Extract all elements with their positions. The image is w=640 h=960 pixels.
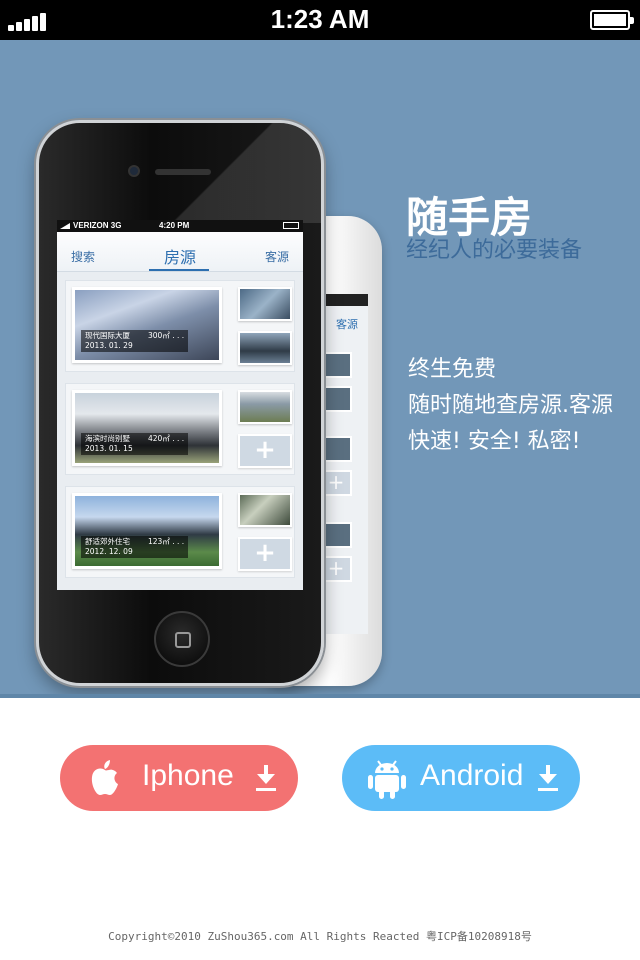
- listing-name: 海滨时尚别墅: [85, 434, 130, 443]
- status-time: 1:23 AM: [270, 4, 370, 34]
- phone-battery-icon: [283, 222, 299, 229]
- download-android-button[interactable]: Android: [342, 745, 580, 811]
- download-android-label: Android: [420, 759, 524, 792]
- back-phone-tab: 客源: [336, 318, 358, 331]
- listing-card: 舒适郊外住宅 123㎡ . . . 2012. 12. 09 +: [65, 486, 295, 578]
- listing-thumb: [238, 287, 292, 321]
- phone-mockup-black: VERIZON 3G 4:20 PM 搜索 房源 客源 现代国际大厦 300㎡ .…: [36, 120, 324, 686]
- listing-date: 2013. 01. 29: [85, 341, 133, 350]
- tab-clients: 客源: [264, 250, 289, 264]
- listing-date: 2013. 01. 15: [85, 444, 133, 453]
- feature-item: 终生免费: [408, 357, 497, 382]
- download-iphone-button[interactable]: Iphone: [60, 745, 298, 811]
- phone-signal-icon: [60, 223, 70, 229]
- listing-card: 海滨时尚别墅 420㎡ . . . 2013. 01. 15 +: [65, 383, 295, 475]
- home-button: [154, 611, 210, 667]
- status-bar: 1:23 AM: [0, 0, 640, 40]
- listing-thumb: [238, 331, 292, 365]
- speaker-grille: [155, 169, 211, 175]
- add-photo-tile: +: [238, 537, 292, 571]
- phone-carrier: VERIZON 3G: [73, 221, 122, 230]
- back-thumb: [320, 386, 352, 412]
- back-thumb: [320, 436, 352, 462]
- listing-photo: 现代国际大厦 300㎡ . . . 2013. 01. 29: [72, 287, 222, 363]
- feature-item: 快速! 安全! 私密!: [408, 429, 581, 454]
- download-arrow-icon: [256, 765, 276, 791]
- listing-caption: 现代国际大厦 300㎡ . . . 2013. 01. 29: [81, 330, 189, 352]
- listing-area: 420㎡ . . .: [148, 434, 185, 443]
- phone-time: 4:20 PM: [159, 221, 190, 230]
- listing-thumb: [238, 493, 292, 527]
- hero-divider: [0, 694, 640, 698]
- listing-area: 123㎡ . . .: [148, 537, 185, 546]
- feature-item: 随时随地查房源.客源: [408, 393, 613, 418]
- listing-card: 现代国际大厦 300㎡ . . . 2013. 01. 29: [65, 280, 295, 372]
- footer-copyright: Copyright©2010 ZuShou365.com All Rights …: [108, 930, 532, 943]
- listing-area: 300㎡ . . .: [148, 331, 185, 340]
- battery-icon: [590, 10, 634, 30]
- feature-list: 终生免费 随时随地查房源.客源 快速! 安全! 私密!: [408, 352, 613, 460]
- apple-icon: [91, 760, 118, 795]
- phone-status-bar: VERIZON 3G 4:20 PM: [57, 220, 303, 232]
- download-iphone-label: Iphone: [142, 759, 234, 792]
- listing-caption: 舒适郊外住宅 123㎡ . . . 2012. 12. 09: [81, 536, 189, 558]
- listing-name: 舒适郊外住宅: [85, 537, 130, 546]
- app-tagline: 经纪人的必要装备: [406, 238, 583, 263]
- back-add-tile: +: [320, 556, 352, 582]
- listing-caption: 海滨时尚别墅 420㎡ . . . 2013. 01. 15: [81, 433, 189, 455]
- back-add-tile: +: [320, 470, 352, 496]
- phone-screen: VERIZON 3G 4:20 PM 搜索 房源 客源 现代国际大厦 300㎡ .…: [57, 220, 303, 590]
- listing-thumb: [238, 390, 292, 424]
- back-thumb: [320, 522, 352, 548]
- tab-active-indicator: [149, 269, 209, 271]
- download-arrow-icon: [538, 765, 558, 791]
- android-icon: [368, 760, 406, 799]
- camera-icon: [128, 165, 140, 177]
- back-thumb: [320, 352, 352, 378]
- add-photo-tile: +: [238, 434, 292, 468]
- listing-photo: 海滨时尚别墅 420㎡ . . . 2013. 01. 15: [72, 390, 222, 466]
- phone-nav-bar: 搜索 房源 客源: [57, 232, 303, 272]
- listing-date: 2012. 12. 09: [85, 547, 133, 556]
- listing-name: 现代国际大厦: [85, 331, 130, 340]
- listing-photo: 舒适郊外住宅 123㎡ . . . 2012. 12. 09: [72, 493, 222, 569]
- hero-banner: 客源 + + VERIZON 3G 4:20 PM 搜索 房源 客源 现代国际大…: [0, 40, 640, 698]
